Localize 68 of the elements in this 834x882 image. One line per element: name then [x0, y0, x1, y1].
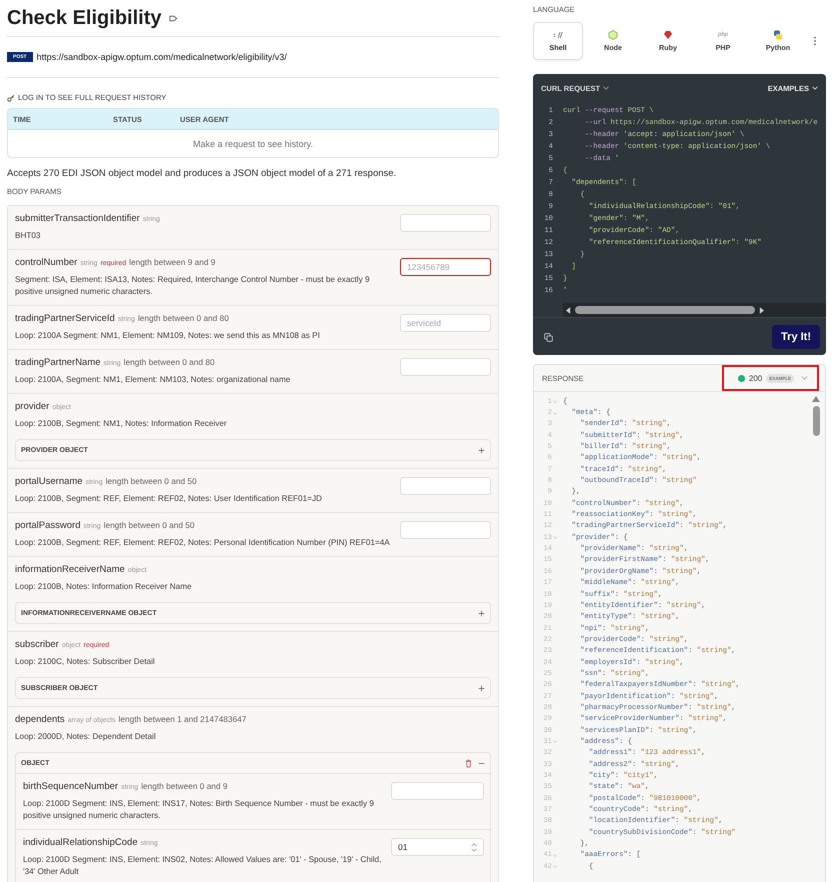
input-field[interactable]: 123456789	[400, 258, 491, 276]
param-name: tradingPartnerServiceId	[15, 313, 115, 324]
param-name: provider	[15, 401, 50, 412]
fold-caret-icon[interactable]	[553, 740, 557, 744]
expand-icon[interactable]	[478, 610, 485, 616]
hexagon-icon	[608, 30, 618, 40]
param-constraint: length between 0 and 50	[104, 520, 194, 530]
param-description: Loop: 2100D Segment: INS, Element: INS02, Notes: Allowed Values are: '01' - Spouse, '19' - Child, '34' Other Adult	[23, 854, 382, 878]
param-constraint: length between 1 and 2147483647	[118, 714, 246, 724]
param-name: subscriber	[15, 639, 59, 650]
stepper-icon	[471, 842, 477, 852]
param-name: dependents	[15, 714, 65, 725]
param-name: individualRelationshipCode	[23, 837, 138, 848]
key-icon	[7, 94, 15, 102]
param-description: Segment: ISA, Element: ISA13, Notes: Required, Interchange Control Number - must be exactly 9 positive unsigned numeric characters.	[15, 274, 371, 298]
empty-message: Make a request to see history.	[193, 138, 313, 148]
param-constraint: length between 0 and 80	[138, 313, 229, 323]
param-name: informationReceiverName	[15, 564, 125, 575]
copy-icon[interactable]	[544, 332, 553, 342]
fold-caret-icon[interactable]	[553, 536, 557, 540]
param-description: Loop: 2100C, Notes: Subscriber Detail	[15, 656, 156, 668]
fold-caret-icon[interactable]	[553, 854, 557, 857]
endpoint-description: Accepts 270 EDI JSON object model and produces a JSON object model of a 271 response.	[7, 168, 398, 179]
param-description: Loop: 2000D, Notes: Dependent Detail	[15, 731, 157, 743]
terminal-icon	[553, 30, 563, 40]
param-description: Loop: 2100A, Segment: NM1, Element: NM103, Notes: organizational name	[15, 374, 292, 386]
param-description: Loop: 2100B, Segment: REF, Element: REF02, Notes: User Identification REF01=JD	[15, 493, 323, 505]
param-description: Loop: 2100B, Segment: REF, Element: REF02, Notes: Personal Identification Number (PIN) REF01=4A	[15, 537, 391, 549]
param-name: portalPassword	[15, 520, 80, 531]
chevron-down-icon	[603, 86, 610, 90]
param-constraint: length between 0 and 9	[141, 781, 228, 791]
fold-caret-icon[interactable]	[553, 400, 557, 404]
param-constraint: length between 0 and 50	[106, 476, 197, 486]
param-name: controlNumber	[15, 257, 78, 268]
snake-logo-icon	[773, 30, 783, 40]
fold-caret-icon[interactable]	[553, 865, 557, 868]
expand-icon[interactable]	[478, 446, 485, 454]
param-name: submitterTransactionIdentifier	[15, 213, 140, 224]
more-icon[interactable]	[813, 36, 817, 46]
page-title: Check Eligibility	[7, 6, 162, 30]
status-code: 200	[748, 374, 762, 382]
select-field[interactable]: 01	[391, 838, 484, 856]
param-description: BHT03	[15, 230, 42, 242]
horizontal-scrollbar[interactable]	[563, 303, 826, 317]
param-description: Loop: 2100D Segment: INS, Element: INS17, Notes: Birth Sequence Number - must be exactly 9 positive unsigned numeric characters.	[23, 798, 375, 822]
scroll-right-icon[interactable]	[759, 306, 764, 314]
param-description: Loop: 2100A Segment: NM1, Element: NM109, Notes: we send this as MN108 as PI	[15, 330, 321, 342]
chevron-down-icon	[812, 86, 818, 90]
param-name: tradingPartnerName	[15, 357, 101, 368]
trash-icon[interactable]	[465, 758, 472, 768]
scroll-up-icon[interactable]	[812, 396, 820, 402]
tag-icon[interactable]	[169, 14, 178, 22]
param-description: Loop: 2100B, Notes: Information Receiver Name	[15, 581, 193, 593]
expand-icon[interactable]	[478, 684, 485, 692]
param-name: birthSequenceNumber	[23, 781, 118, 792]
status-dot	[738, 374, 745, 382]
try-it-button[interactable]: Try It!	[772, 325, 820, 349]
param-constraint: length between 0 and 80	[124, 357, 215, 367]
chevron-down-icon	[801, 376, 808, 380]
endpoint-url: https://sandbox-apigw.optum.com/medicalnetwork/eligibility/v3/	[36, 52, 287, 62]
gem-icon	[663, 30, 673, 40]
param-name: portalUsername	[15, 476, 83, 487]
scroll-thumb[interactable]	[575, 306, 755, 314]
scroll-thumb[interactable]	[812, 406, 820, 436]
fold-caret-icon[interactable]	[553, 412, 557, 415]
param-description: Loop: 2100B, Segment: NM1, Notes: Information Receiver	[15, 418, 228, 430]
scroll-left-icon[interactable]	[566, 306, 571, 314]
param-constraint: length between 9 and 9	[129, 257, 216, 267]
